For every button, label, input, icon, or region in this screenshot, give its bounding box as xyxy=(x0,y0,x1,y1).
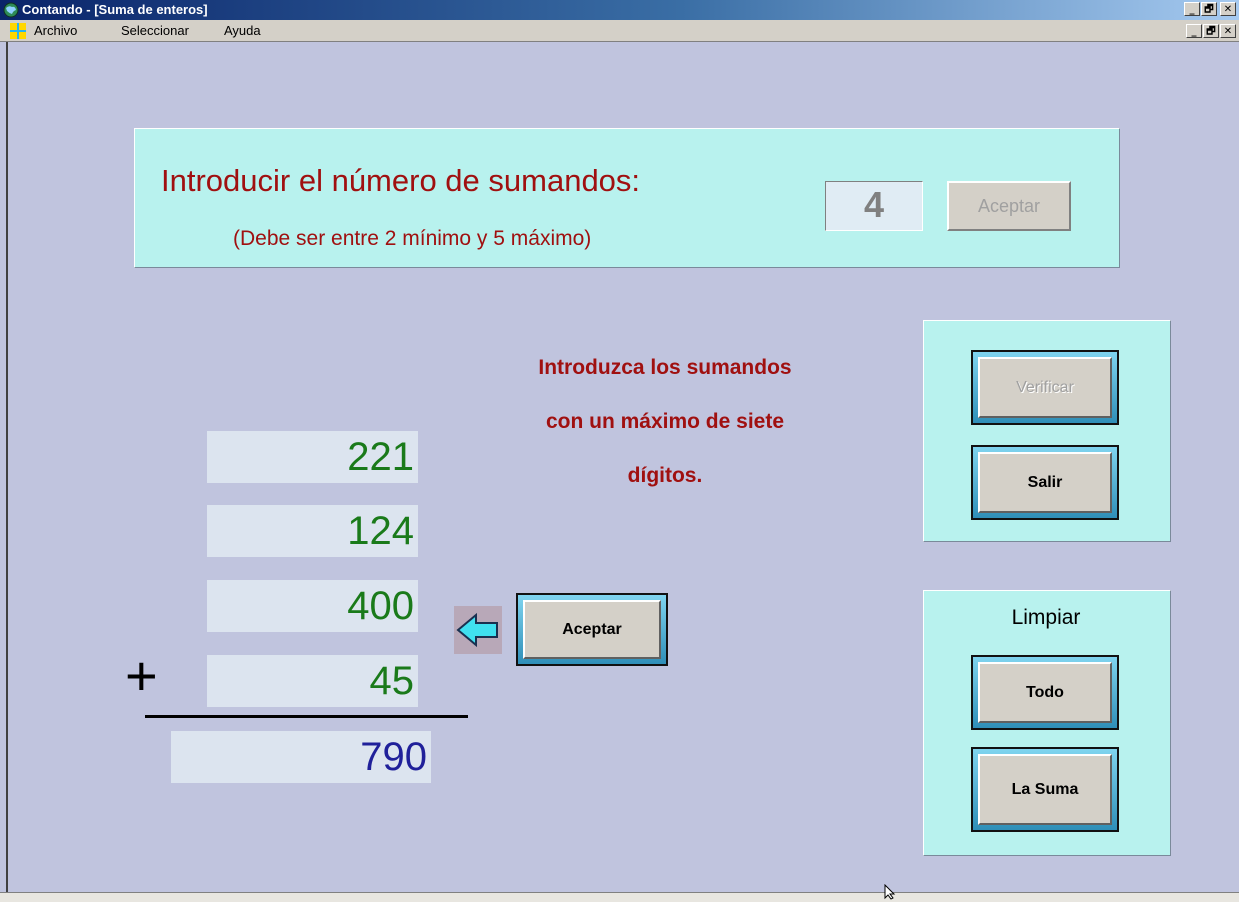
addend-field-4[interactable]: 45 xyxy=(207,655,418,707)
window-controls: _ 🗗 ✕ xyxy=(1183,2,1236,16)
close-button[interactable]: ✕ xyxy=(1220,2,1236,16)
app-globe-icon xyxy=(3,2,19,18)
addend-count-input[interactable]: 4 xyxy=(825,181,923,231)
clear-all-label: Todo xyxy=(978,662,1112,723)
clear-all-button[interactable]: Todo xyxy=(971,655,1119,730)
exit-label: Salir xyxy=(978,452,1112,513)
arrow-indicator xyxy=(454,606,502,654)
doc-close-button[interactable]: ✕ xyxy=(1220,24,1236,38)
sum-line xyxy=(145,715,468,718)
instructions-line-3: dígitos. xyxy=(627,464,703,487)
addends-accept-label: Aceptar xyxy=(523,600,661,659)
addend-field-1[interactable]: 221 xyxy=(207,431,418,483)
clear-panel-title: Limpiar xyxy=(1011,606,1081,629)
title-bar: Contando - [Suma de enteros] _ 🗗 ✕ xyxy=(0,0,1239,20)
restore-button[interactable]: 🗗 xyxy=(1201,2,1217,16)
addend-field-2[interactable]: 124 xyxy=(207,505,418,557)
count-subheading: (Debe ser entre 2 mínimo y 5 máximo) xyxy=(233,227,592,250)
instructions-line-1: Introduzca los sumandos xyxy=(538,356,792,379)
count-heading: Introducir el número de sumandos: xyxy=(161,163,641,198)
verify-button[interactable]: Verificar xyxy=(971,350,1119,425)
count-panel: Introducir el número de sumandos: (Debe … xyxy=(134,128,1120,268)
addend-field-3[interactable]: 400 xyxy=(207,580,418,632)
verify-label: Verificar xyxy=(978,357,1112,418)
count-accept-button[interactable]: Aceptar xyxy=(947,181,1071,231)
document-window-controls: _ 🗗 ✕ xyxy=(1185,24,1236,38)
doc-restore-button[interactable]: 🗗 xyxy=(1203,24,1219,38)
left-arrow-icon xyxy=(456,612,498,648)
document-cross-icon xyxy=(10,23,26,39)
menu-bar: Archivo Seleccionar Ayuda _ 🗗 ✕ xyxy=(0,20,1239,42)
menu-archivo[interactable]: Archivo xyxy=(34,20,77,41)
mouse-cursor-icon xyxy=(884,884,896,900)
result-field[interactable]: 790 xyxy=(171,731,431,783)
instructions-line-2: con un máximo de siete xyxy=(545,410,785,433)
window-title: Contando - [Suma de enteros] xyxy=(22,2,208,17)
clear-sum-label: La Suma xyxy=(978,754,1112,825)
plus-sign: + xyxy=(125,644,158,707)
menu-ayuda[interactable]: Ayuda xyxy=(224,20,261,41)
exit-button[interactable]: Salir xyxy=(971,445,1119,520)
addends-accept-button[interactable]: Aceptar xyxy=(516,593,668,666)
minimize-button[interactable]: _ xyxy=(1184,2,1200,16)
clear-sum-button[interactable]: La Suma xyxy=(971,747,1119,832)
menu-seleccionar[interactable]: Seleccionar xyxy=(121,20,189,41)
instructions-text: Introduzca los sumandos con un máximo de… xyxy=(470,341,860,503)
doc-minimize-button[interactable]: _ xyxy=(1186,24,1202,38)
